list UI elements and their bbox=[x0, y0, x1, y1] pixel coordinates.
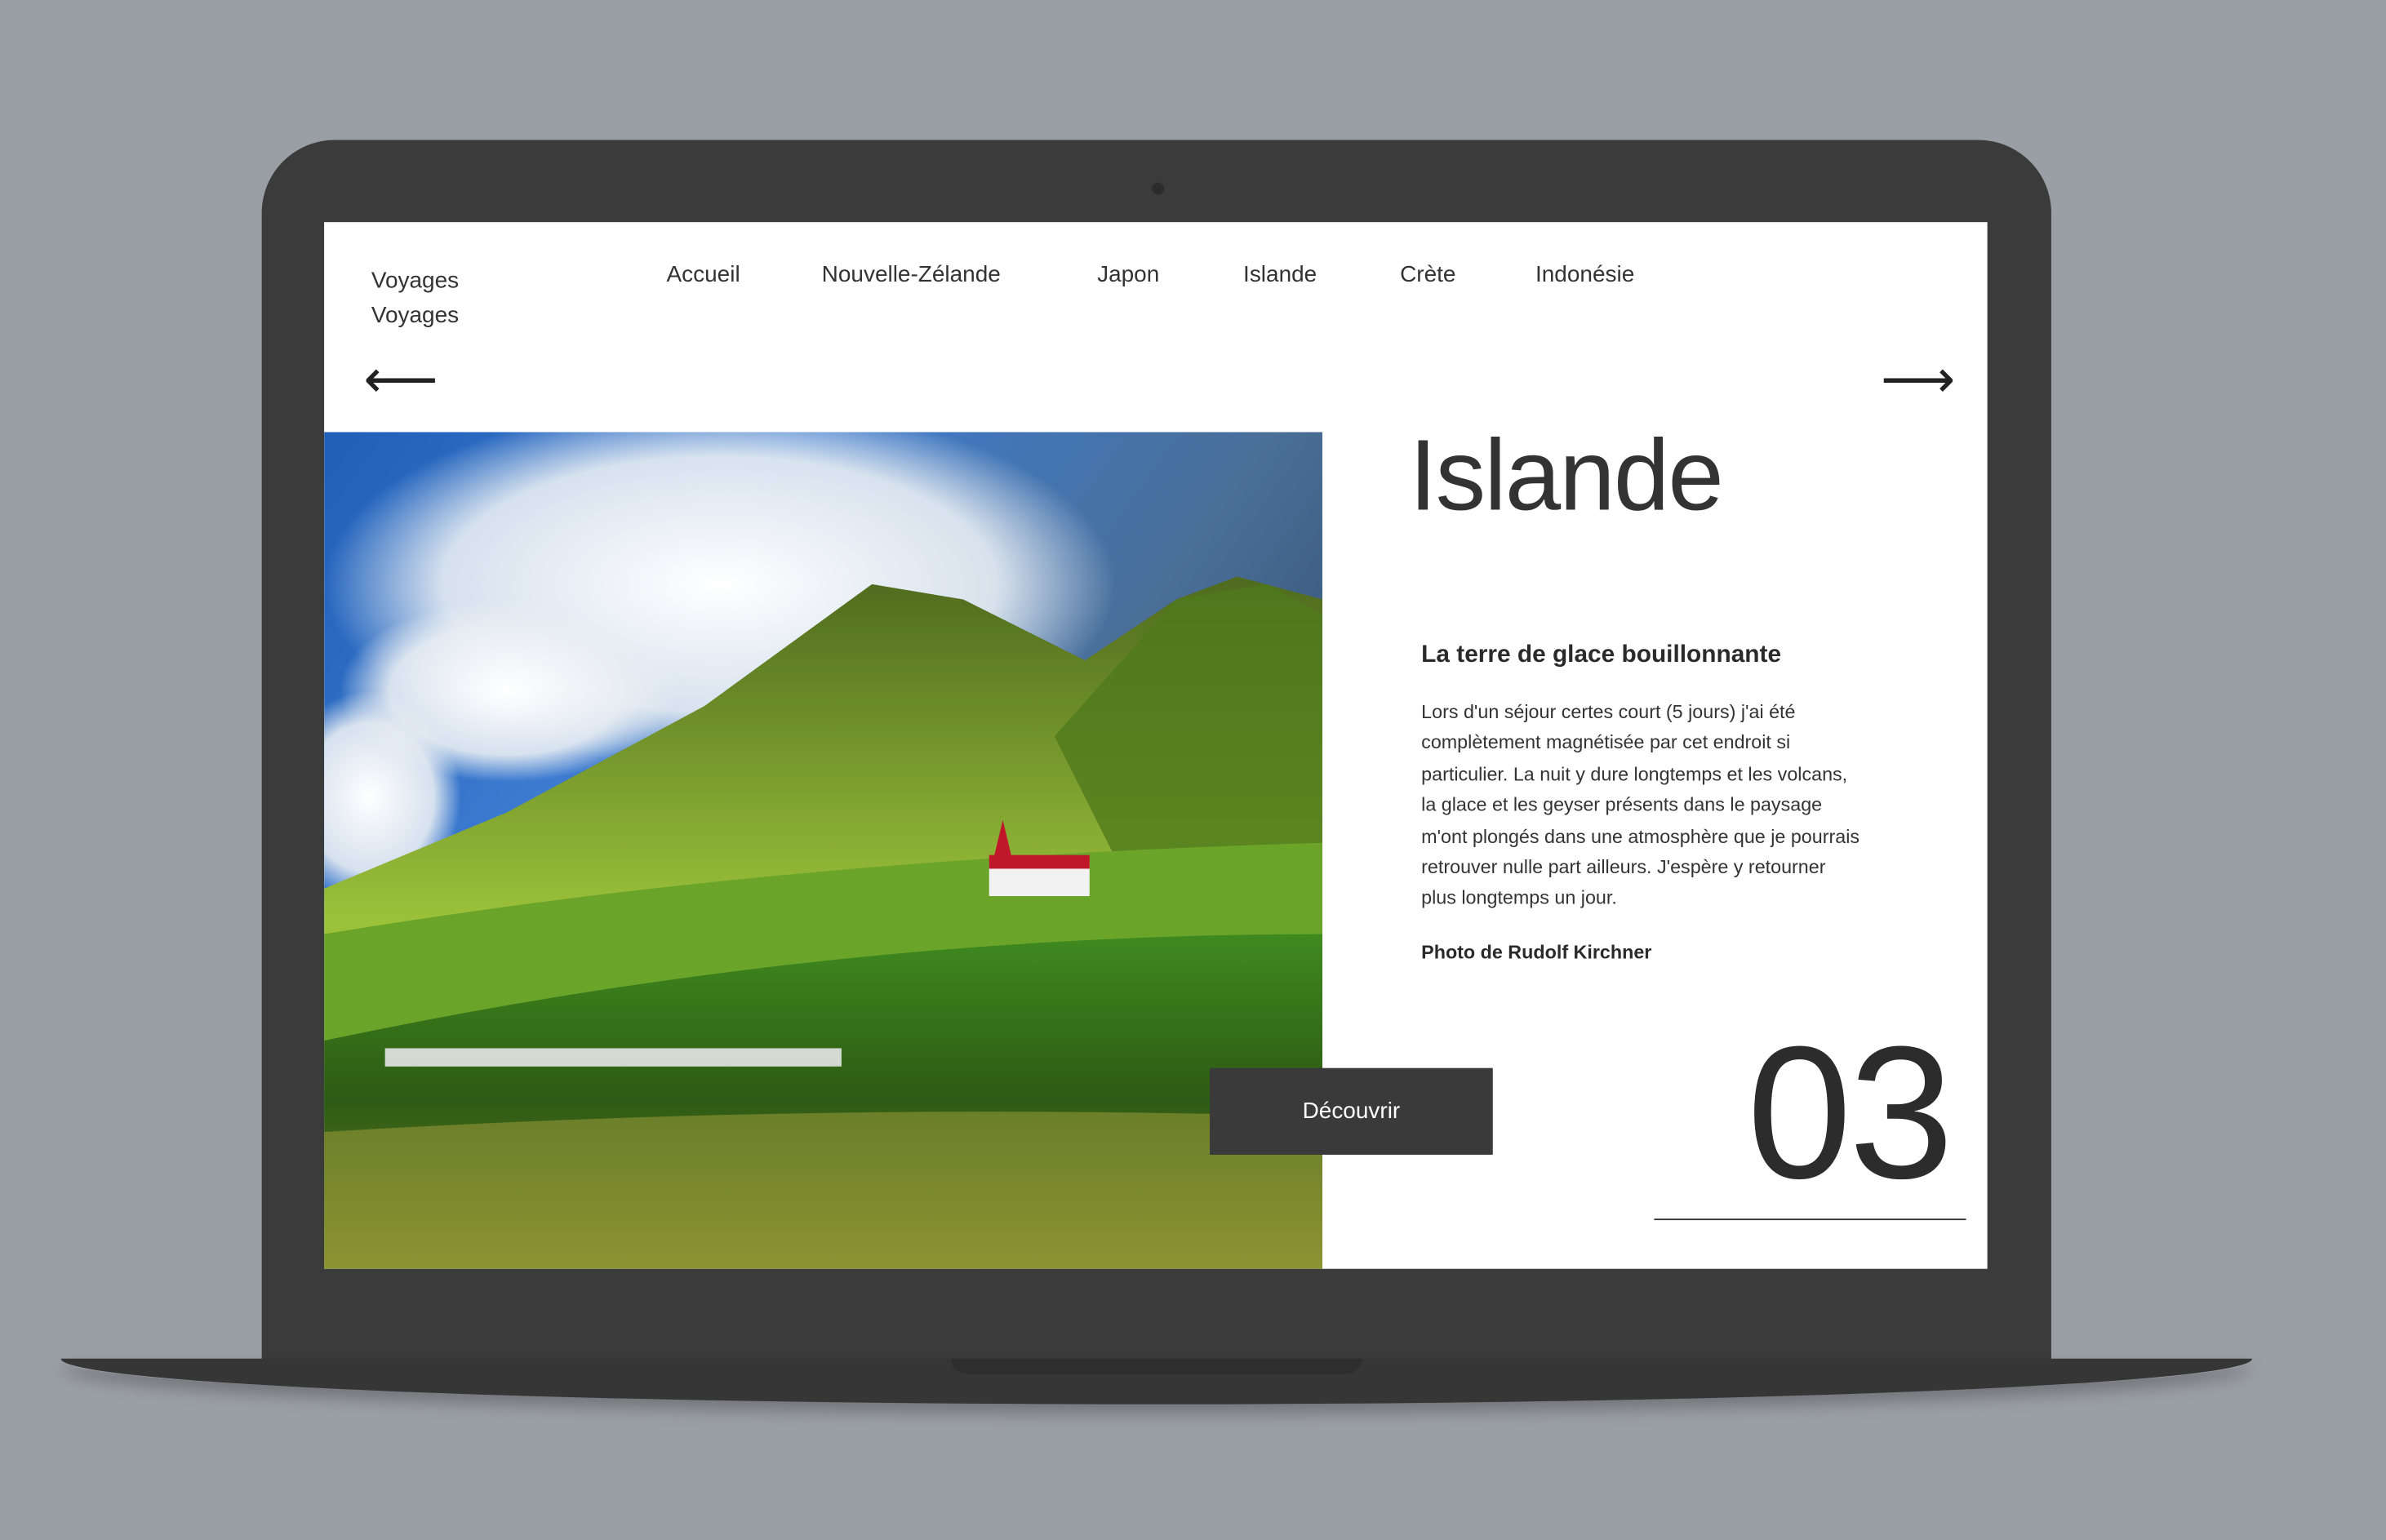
laptop-notch bbox=[951, 1358, 1362, 1374]
brand-line-1: Voyages bbox=[371, 268, 460, 294]
photo-credit: Photo de Rudolf Kirchner bbox=[1421, 941, 1652, 964]
website-screen: Voyages Voyages Accueil Nouvelle-Zélande… bbox=[324, 222, 1988, 1269]
brand-line-2: Voyages bbox=[371, 302, 460, 329]
nav-islande[interactable]: Islande bbox=[1243, 262, 1317, 288]
slide-number-underline bbox=[1654, 1218, 1966, 1221]
slide-number: 03 bbox=[1747, 1008, 1953, 1219]
arrow-left-icon[interactable]: ⟵ bbox=[364, 354, 438, 406]
nav-accueil[interactable]: Accueil bbox=[667, 262, 740, 288]
nav-japon[interactable]: Japon bbox=[1097, 262, 1159, 288]
brand-logo[interactable]: Voyages Voyages bbox=[371, 264, 459, 334]
nav-crete[interactable]: Crète bbox=[1400, 262, 1455, 288]
nav-indonesie[interactable]: Indonésie bbox=[1535, 262, 1634, 288]
arrow-right-icon[interactable]: ⟶ bbox=[1881, 354, 1955, 406]
iceland-landscape-photo bbox=[324, 432, 1322, 1269]
webcam bbox=[1152, 182, 1165, 195]
destination-title: Islande bbox=[1409, 418, 1724, 531]
laptop-mockup: Voyages Voyages Accueil Nouvelle-Zélande… bbox=[0, 0, 2386, 1540]
destination-description: Lors d'un séjour certes court (5 jours) … bbox=[1421, 701, 1860, 909]
nav-nouvelle-zelande[interactable]: Nouvelle-Zélande bbox=[822, 262, 1001, 288]
discover-button[interactable]: Découvrir bbox=[1210, 1067, 1493, 1155]
destination-subtitle: La terre de glace bouillonnante bbox=[1421, 641, 1782, 668]
